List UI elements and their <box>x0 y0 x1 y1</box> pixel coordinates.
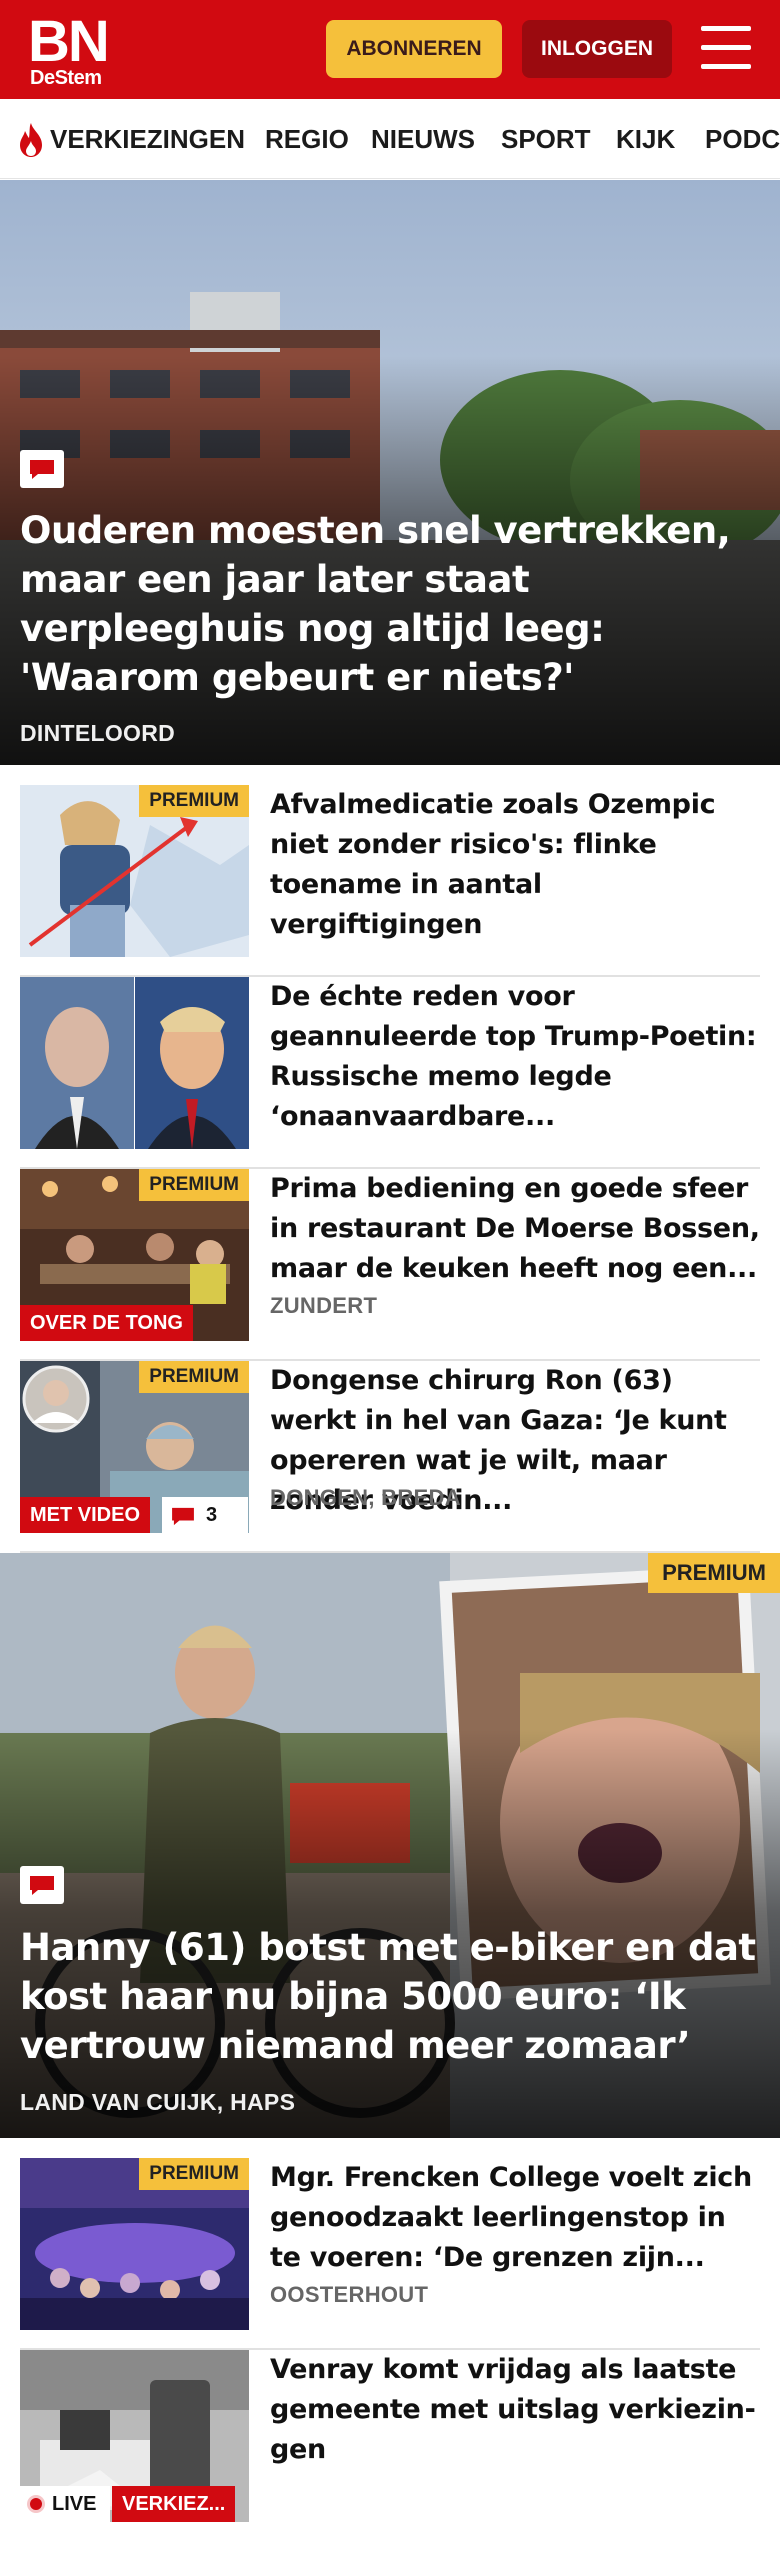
article-thumbnail <box>20 977 249 1149</box>
comment-badge <box>20 1866 64 1904</box>
hero-location: LAND VAN CUIJK, HAPS <box>20 2089 296 2115</box>
nav-item-sport[interactable]: SPORT <box>501 99 591 178</box>
nav-item-regio[interactable]: REGIO <box>265 99 349 178</box>
comment-icon <box>30 460 54 479</box>
article-thumbnail: PREMIUM OVER DE TONG <box>20 1169 249 1341</box>
category-tag[interactable]: VERKIEZ... <box>112 2486 236 2522</box>
article-row[interactable]: PREMIUM Afvalmedicatie zoals Ozempic nie… <box>20 785 760 977</box>
article-row[interactable]: PREMIUM Mgr. Frencken College voelt zich… <box>20 2158 760 2350</box>
hero-title[interactable]: Ouderen moesten snel vertrekken, maar ee… <box>20 506 760 702</box>
article-title[interactable]: Prima bediening en goede sfeer in restau… <box>270 1169 760 1289</box>
article-title[interactable]: Mgr. Frencken College voelt zich genoodz… <box>270 2158 760 2278</box>
premium-badge: PREMIUM <box>139 1361 249 1393</box>
logo-subtext: DeStem <box>30 67 102 89</box>
premium-badge: PREMIUM <box>139 1169 249 1201</box>
flame-icon <box>20 123 42 157</box>
comment-icon <box>172 1507 194 1526</box>
comment-count: 3 <box>206 1504 218 1526</box>
comment-badge <box>20 450 64 488</box>
nav-item-verkiezingen[interactable]: VERKIEZINGEN <box>50 99 245 178</box>
article-location: OOSTERHOUT <box>270 2282 429 2307</box>
section-nav: VERKIEZINGEN REGIO NIEUWS SPORT KIJK POD… <box>0 99 780 179</box>
nav-item-podcast[interactable]: PODCAST <box>705 99 780 178</box>
comment-count-badge[interactable]: 3 <box>162 1497 248 1533</box>
article-row[interactable]: LIVE VERKIEZ... Venray komt vrijdag als … <box>20 2350 760 2542</box>
tag-group: MET VIDEO 3 <box>20 1497 249 1533</box>
article-thumbnail: PREMIUM <box>20 2158 249 2330</box>
category-tag[interactable]: OVER DE TONG <box>20 1305 193 1341</box>
article-location: ZUNDERT <box>270 1293 378 1318</box>
nav-item-kijk[interactable]: KIJK <box>616 99 675 178</box>
live-dot-icon <box>30 2498 42 2510</box>
subscribe-button[interactable]: ABONNEREN <box>326 20 502 78</box>
live-badge[interactable]: LIVE <box>20 2486 110 2522</box>
article-title[interactable]: Afvalmedicatie zoals Ozempic niet zonder… <box>270 785 760 945</box>
comment-icon <box>30 1876 54 1895</box>
live-label: LIVE <box>52 2493 97 2515</box>
hero-article[interactable]: PREMIUM Hanny (61) botst met e-biker en … <box>0 1553 780 2138</box>
article-location: DONGEN, BREDA <box>270 1485 461 1510</box>
category-tag[interactable]: MET VIDEO <box>20 1497 151 1533</box>
article-row[interactable]: De échte reden voor geannuleer­de top Tr… <box>20 977 760 1169</box>
nav-item-nieuws[interactable]: NIEUWS <box>371 99 475 178</box>
article-thumbnail: PREMIUM MET VIDEO 3 <box>20 1361 249 1533</box>
login-button[interactable]: INLOGGEN <box>522 20 672 78</box>
article-row[interactable]: PREMIUM OVER DE TONG Prima bediening en … <box>20 1169 760 1361</box>
hero-title[interactable]: Hanny (61) botst met e-biker en dat kost… <box>20 1923 760 2070</box>
premium-badge: PREMIUM <box>648 1553 780 1593</box>
article-title[interactable]: De échte reden voor geannuleer­de top Tr… <box>270 977 760 1137</box>
premium-badge: PREMIUM <box>139 785 249 817</box>
article-row[interactable]: PREMIUM MET VIDEO 3 Dongense chirurg Ron… <box>20 1361 760 1553</box>
top-bar: BN DeStem ABONNEREN INLOGGEN <box>0 0 780 99</box>
hero-location: DINTELOORD <box>20 720 176 746</box>
logo-text: BN <box>28 9 110 74</box>
hero-article[interactable]: Ouderen moesten snel vertrekken, maar ee… <box>0 180 780 765</box>
premium-badge: PREMIUM <box>139 2158 249 2190</box>
article-thumbnail: LIVE VERKIEZ... <box>20 2350 249 2522</box>
article-title[interactable]: Venray komt vrijdag als laatste gemeente… <box>270 2350 760 2470</box>
article-thumbnail: PREMIUM <box>20 785 249 957</box>
hamburger-menu-icon[interactable] <box>701 26 751 70</box>
site-logo[interactable]: BN DeStem <box>28 9 112 89</box>
